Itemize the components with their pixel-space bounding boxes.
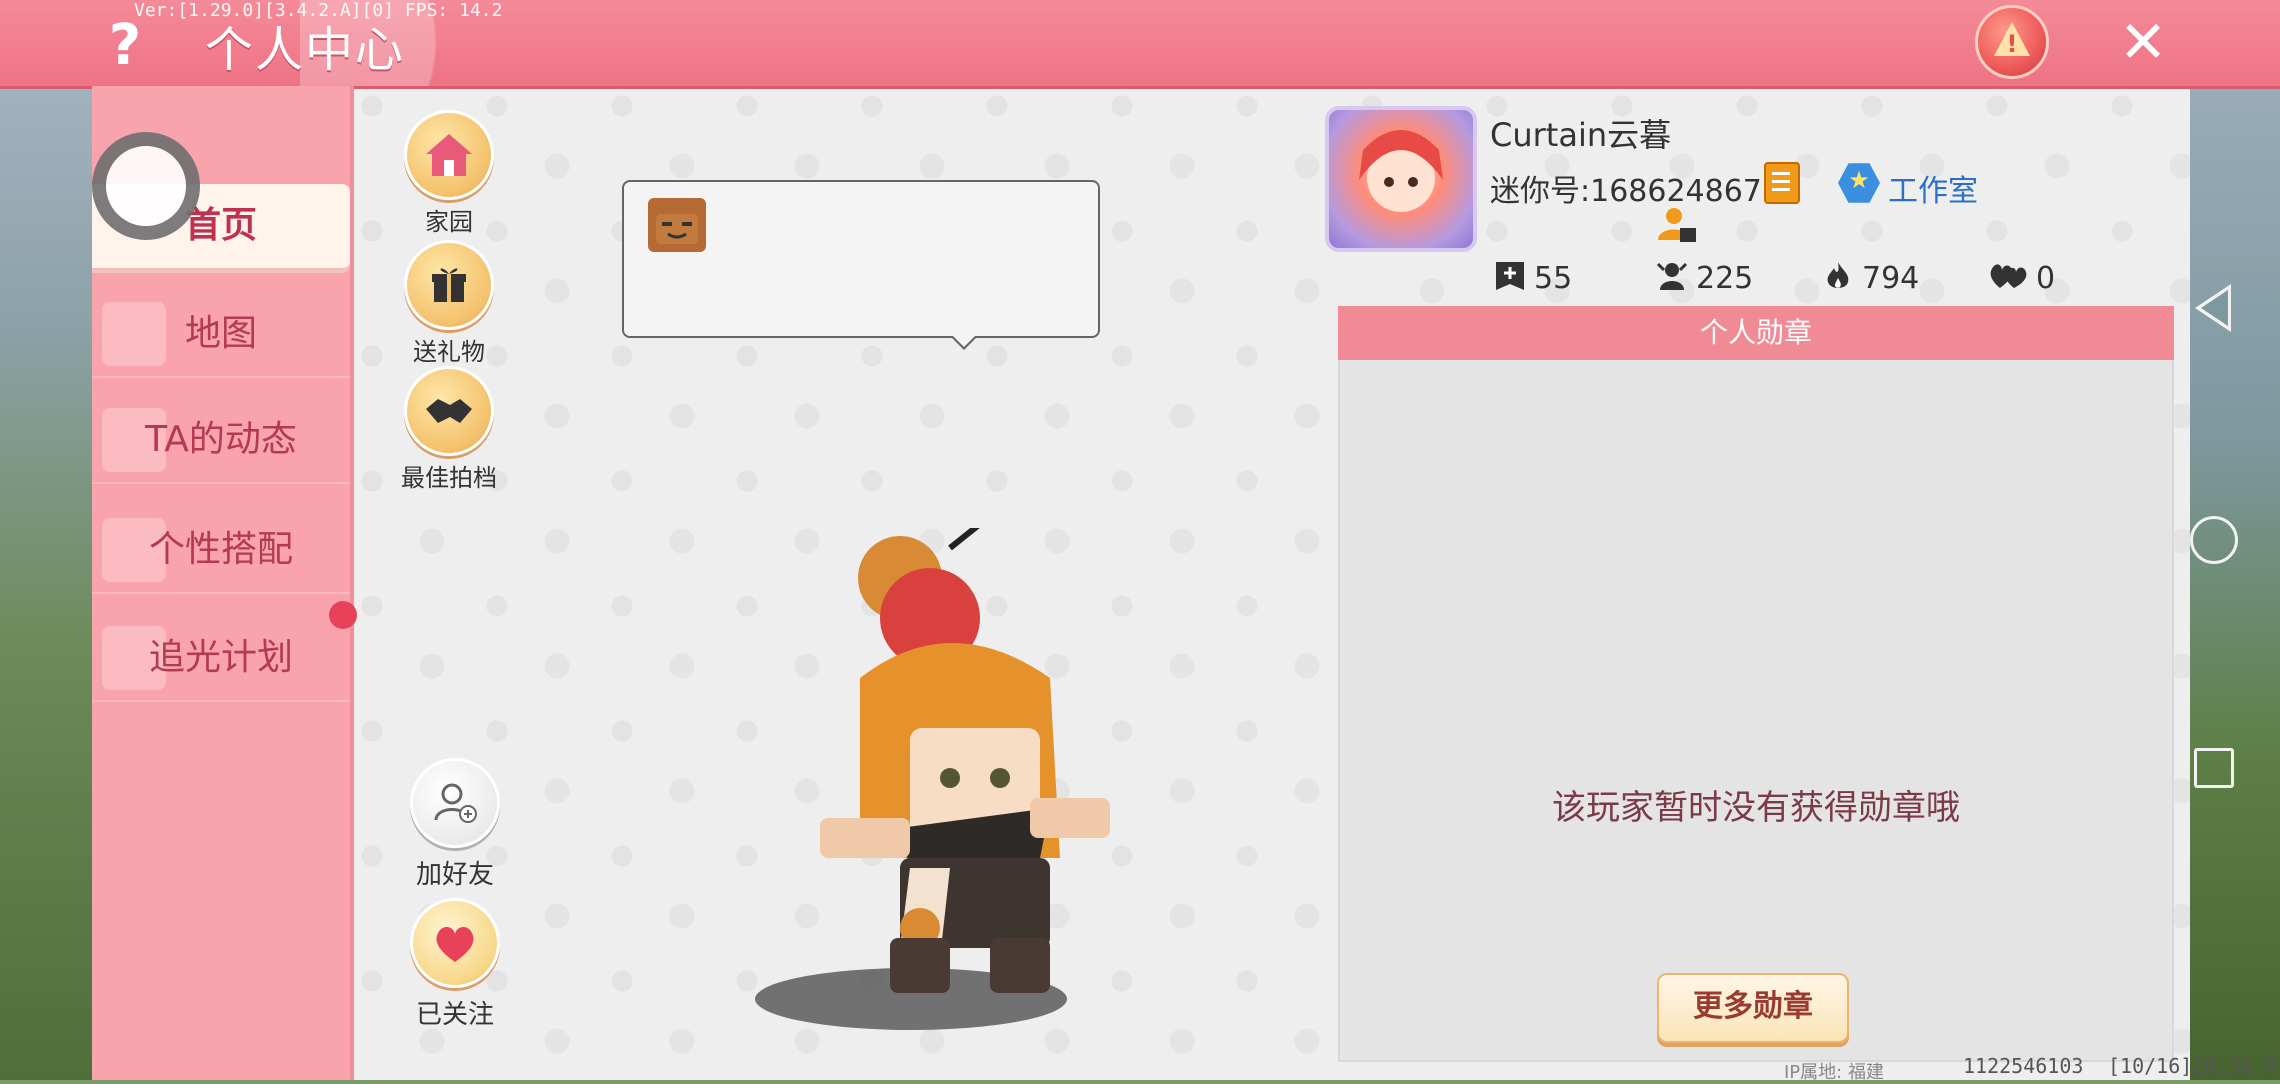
gift-button[interactable]: 送礼物	[384, 240, 514, 367]
map-icon	[102, 302, 166, 366]
add-user-icon	[410, 758, 500, 848]
stat-likes: 55	[1494, 260, 1572, 296]
sidebar-edge	[350, 86, 354, 1080]
stat-hearts-value: 0	[2036, 261, 2056, 296]
player-character	[820, 528, 1110, 993]
home-label: 家园	[425, 208, 473, 236]
stat-fans: 225	[1656, 260, 1753, 296]
add-friend-label: 加好友	[415, 860, 494, 890]
sidebar-item-label: 地图	[184, 313, 257, 354]
medal-empty-text: 该玩家暂时没有获得勋章哦	[1552, 788, 1960, 828]
avatar[interactable]	[1325, 106, 1477, 252]
partner-label: 最佳拍档	[401, 464, 497, 492]
stat-popularity-value: 794	[1862, 261, 1920, 296]
background-left	[0, 0, 92, 1080]
question-icon[interactable]: ?	[100, 14, 150, 78]
stat-likes-value: 55	[1534, 261, 1573, 296]
followed-label: 已关注	[415, 1000, 494, 1030]
stat-fans-value: 225	[1696, 261, 1754, 296]
notification-dot	[329, 601, 357, 629]
fans-icon	[1656, 262, 1688, 290]
flame-icon	[1827, 262, 1849, 288]
back-icon-inner	[2201, 290, 2228, 326]
sidebar-item-label: 个性搭配	[148, 529, 293, 570]
player-id: 迷你号:1686248671	[1490, 174, 1781, 209]
sidebar-item-label: TA的动态	[145, 419, 297, 460]
hearts-icon	[1990, 264, 2027, 288]
plus-square-icon	[1496, 262, 1524, 290]
gift-icon	[404, 240, 494, 330]
sidebar-item-label: 追光计划	[148, 637, 293, 678]
sidebar-item-map[interactable]: 地图	[92, 292, 350, 378]
warning-button[interactable]: !	[1975, 5, 2049, 79]
stat-hearts: 0	[1988, 260, 2055, 296]
house-icon	[404, 110, 494, 200]
medal-panel	[1338, 306, 2174, 1062]
close-icon[interactable]: ✕	[2115, 13, 2171, 71]
username: Curtain云暮	[1490, 116, 1672, 154]
warning-mark: !	[2006, 30, 2018, 58]
sidebar-item-activity[interactable]: TA的动态	[92, 398, 350, 484]
sidebar-item-label: 首页	[184, 205, 257, 246]
touch-indicator	[92, 132, 200, 240]
sidebar-item-outfit[interactable]: 个性搭配	[92, 508, 350, 594]
more-medals-button[interactable]: 更多勋章	[1657, 973, 1849, 1043]
footer-time: [10/16]20:58 0 1	[2108, 1054, 2280, 1078]
person-card-icon[interactable]	[1656, 204, 1698, 246]
copy-icon[interactable]	[1764, 162, 1800, 204]
recent-apps-icon[interactable]	[2194, 748, 2234, 788]
medal-panel-title: 个人勋章	[1338, 306, 2174, 360]
sidebar-item-light-plan[interactable]: 追光计划	[92, 616, 350, 702]
add-friend-button[interactable]: 加好友	[390, 758, 520, 891]
footer-id: 1122546103	[1963, 1054, 2084, 1078]
chat-bubble-tail-fill	[952, 335, 976, 347]
ip-location: IP属地: 福建	[1784, 1062, 1884, 1083]
stat-popularity: 794	[1822, 260, 1919, 296]
heart-icon	[410, 898, 500, 988]
partner-button[interactable]: 最佳拍档	[384, 366, 514, 493]
handshake-icon	[404, 366, 494, 456]
gift-label: 送礼物	[413, 338, 485, 366]
studio-link[interactable]: 工作室	[1888, 166, 1978, 210]
version-text: Ver:[1.29.0][3.4.2.A][0] FPS: 14.2	[134, 0, 503, 21]
followed-button[interactable]: 已关注	[390, 898, 520, 1031]
home-button[interactable]: 家园	[384, 110, 514, 237]
home-nav-icon[interactable]	[2190, 516, 2238, 564]
emoji-icon	[648, 198, 706, 252]
